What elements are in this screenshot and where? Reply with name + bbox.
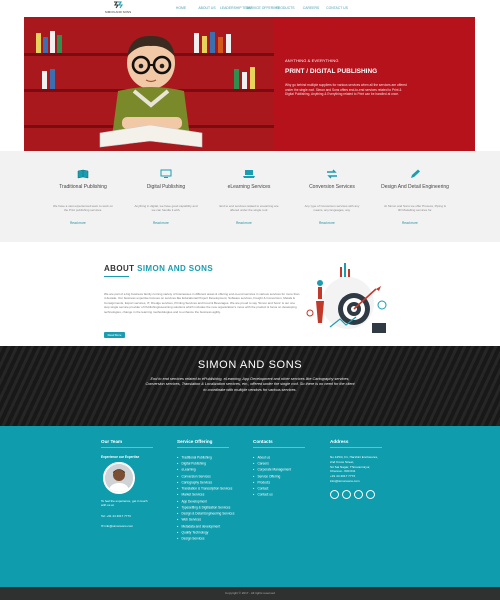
site-footer: Our Team Experience our Expertise To fee… bbox=[0, 426, 500, 587]
footer-heading: Our Team bbox=[101, 439, 123, 444]
team-phone: Tel: +91 44 4017 7773 bbox=[101, 513, 131, 518]
about-body: We are part of a big business family run… bbox=[104, 292, 300, 314]
read-more-link[interactable]: Read more bbox=[70, 221, 86, 225]
about-read-more-button[interactable]: Read More bbox=[104, 332, 125, 338]
service-description: Anything in digital, we have good capabi… bbox=[134, 204, 198, 213]
footer-service-offering-column: Service Offering Traditional Publishing … bbox=[177, 439, 234, 542]
avatar bbox=[103, 462, 135, 494]
service-name: Design And Detail Engineering bbox=[381, 184, 449, 190]
google-plus-icon[interactable] bbox=[366, 489, 375, 499]
main-nav: HOME ABOUT US LEADERSHIP TEAM SERVICE OF… bbox=[168, 6, 350, 10]
logo-mark-icon bbox=[113, 1, 123, 9]
team-email[interactable]: ✉ info@simonsons.com bbox=[101, 524, 153, 528]
nav-contact-us[interactable]: CONTACT US bbox=[324, 6, 350, 10]
hero-banner: ANYTHING & EVERYTHING PRINT / DIGITAL PU… bbox=[24, 17, 475, 151]
laptop-icon bbox=[243, 170, 255, 178]
convert-icon bbox=[327, 169, 337, 179]
address-email[interactable]: info@simonsons.com bbox=[330, 479, 382, 484]
hero-tagline: ANYTHING & EVERYTHING bbox=[285, 58, 339, 63]
site-header: SIMON AND SONS HOME ABOUT US LEADERSHIP … bbox=[0, 0, 500, 17]
banner-text: End to end services related to ePublishi… bbox=[145, 377, 355, 392]
footer-heading: Service Offering bbox=[177, 439, 213, 444]
logo-text: SIMON AND SONS bbox=[104, 10, 132, 14]
service-name: Traditional Publishing bbox=[59, 184, 107, 190]
footer-heading: Contacts bbox=[253, 439, 273, 444]
pencil-icon bbox=[411, 169, 420, 178]
nav-service-offering[interactable]: SERVICE OFFERING bbox=[246, 6, 279, 10]
child-reading-illustration bbox=[99, 35, 203, 148]
hero-description: Why go behind multiple suppliers for var… bbox=[285, 83, 407, 97]
about-section: ABOUT SIMON AND SONS We are part of a bi… bbox=[0, 242, 500, 346]
service-name: eLearning Services bbox=[227, 184, 271, 190]
service-name: Conversion Services bbox=[309, 184, 355, 190]
footer-team-column: Our Team Experience our Expertise To fee… bbox=[101, 439, 153, 528]
service-description: End to end services related to eLearning… bbox=[219, 204, 279, 213]
twitter-icon[interactable] bbox=[342, 489, 351, 499]
read-more-link[interactable]: Read more bbox=[402, 221, 418, 225]
copyright-text: Copyright © 2017 - All rights reserved bbox=[225, 591, 275, 595]
copyright-bar: Copyright © 2017 - All rights reserved bbox=[0, 587, 500, 600]
footer-address-column: Address No.125/4, F1, Harshini Enclosure… bbox=[330, 439, 382, 499]
service-description: Any type of Conversion services with any… bbox=[304, 204, 360, 213]
hero-title: PRINT / DIGITAL PUBLISHING bbox=[285, 68, 378, 75]
service-description: We have a vast experienced team to work … bbox=[53, 204, 113, 213]
nav-about-us[interactable]: ABOUT US bbox=[194, 6, 220, 10]
monitor-icon bbox=[160, 169, 172, 178]
footer-heading: Address bbox=[330, 439, 349, 444]
read-more-link[interactable]: Read more bbox=[153, 221, 169, 225]
company-banner: SIMON AND SONS End to end services relat… bbox=[0, 346, 500, 426]
book-icon bbox=[77, 169, 89, 179]
about-heading: ABOUT SIMON AND SONS bbox=[104, 264, 214, 273]
nav-careers[interactable]: CAREERS bbox=[298, 6, 324, 10]
services-section: Traditional Publishing We have a vast ex… bbox=[0, 151, 500, 242]
target-goal-illustration bbox=[306, 263, 387, 333]
nav-leadership-team[interactable]: LEADERSHIP TEAM bbox=[220, 6, 252, 10]
service-description: At Simon and Sons we offer Process, Pipi… bbox=[384, 204, 446, 213]
facebook-icon[interactable] bbox=[330, 489, 339, 499]
footer-link[interactable]: Contact us bbox=[253, 492, 305, 498]
brand-logo[interactable]: SIMON AND SONS bbox=[101, 1, 135, 16]
footer-link[interactable]: Design Services bbox=[177, 536, 234, 542]
service-name: Digital Publishing bbox=[146, 184, 186, 190]
nav-products[interactable]: PRODUCTS bbox=[272, 6, 298, 10]
hero-photo bbox=[24, 17, 274, 151]
team-note: To feel the experience, get in touch wit… bbox=[101, 499, 148, 508]
heading-divider bbox=[104, 276, 129, 277]
nav-home[interactable]: HOME bbox=[168, 6, 194, 10]
footer-contacts-column: Contacts About us Careers Corporate Mana… bbox=[253, 439, 305, 499]
linkedin-icon[interactable] bbox=[354, 489, 363, 499]
read-more-link[interactable]: Read more bbox=[319, 221, 335, 225]
read-more-link[interactable]: Read more bbox=[236, 221, 252, 225]
social-links bbox=[330, 489, 382, 499]
banner-title: SIMON AND SONS bbox=[197, 359, 303, 371]
team-subheading: Experience our Expertise bbox=[101, 455, 140, 459]
